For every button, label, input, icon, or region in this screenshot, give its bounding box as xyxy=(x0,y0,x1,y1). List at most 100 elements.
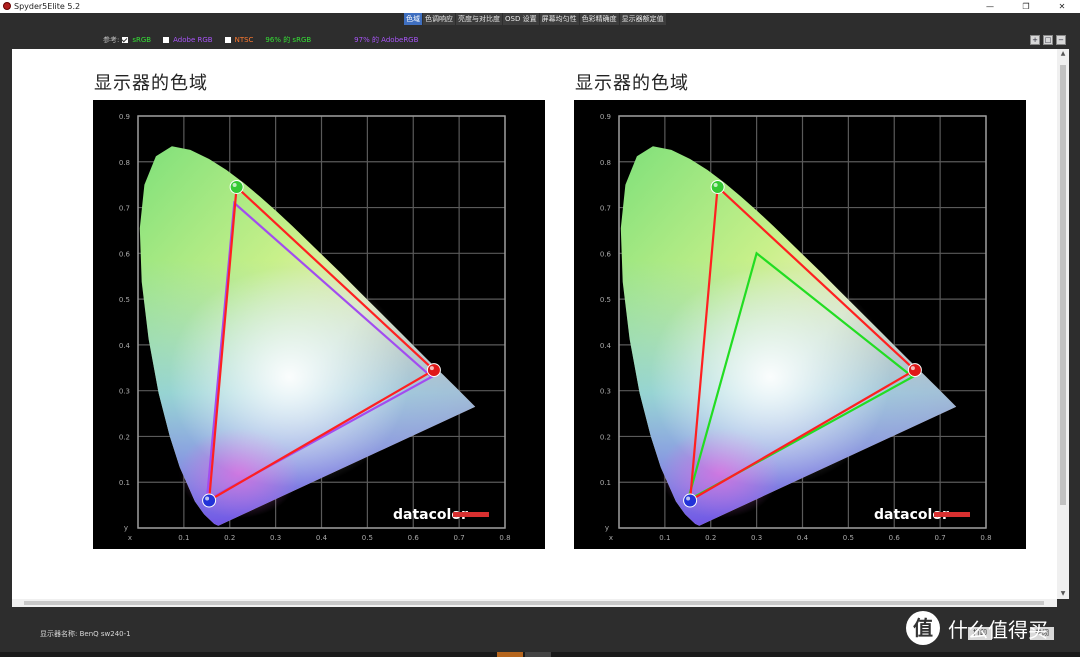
y-tick-label: 0.4 xyxy=(119,342,131,350)
ntsc-option-label: NTSC xyxy=(234,36,254,44)
srgb-coverage-stat: 96% 的 sRGB xyxy=(265,36,312,44)
y-tick-label: 0.4 xyxy=(600,342,612,350)
x-axis-label: x xyxy=(128,534,132,542)
app-icon xyxy=(3,2,11,10)
title-bar: Spyder5Elite 5.2 — ❐ ✕ xyxy=(0,0,1080,13)
x-tick-label: 0.2 xyxy=(705,534,716,542)
cie-diagram-right: 0.1 0.2 0.3 0.4 0.5 0.6 0.7 0.8 0.1 0.2 0.3 0.4 0.5 0… xyxy=(600,113,992,542)
y-tick-label: 0.8 xyxy=(119,159,130,167)
monitor-name-value: BenQ sw240-1 xyxy=(79,630,131,638)
tab-color-accuracy[interactable]: 色彩精确度 xyxy=(579,13,619,25)
x-tick-label: 0.1 xyxy=(178,534,189,542)
watermark-text: 什么值得买 xyxy=(948,617,1048,642)
monitor-name-label: 显示器名称: xyxy=(40,630,78,638)
site-watermark: 值 什么值得买 xyxy=(906,611,1048,645)
y-tick-label: 0.1 xyxy=(600,479,611,487)
y-tick-label: 0.7 xyxy=(600,205,611,213)
ntsc-checkbox[interactable] xyxy=(224,37,231,43)
adobe-rgb-coverage-stat: 97% 的 AdobeRGB xyxy=(354,36,419,44)
gamut-panel-right: 显示器的色域 xyxy=(575,69,1027,95)
taskbar xyxy=(0,652,1080,657)
datacolor-bar xyxy=(934,512,970,517)
primary-marker xyxy=(907,363,922,378)
primary-marker-highlight xyxy=(429,366,434,371)
x-tick-label: 0.7 xyxy=(935,534,946,542)
zoom-fit-icon[interactable]: □ xyxy=(1043,35,1053,45)
y-tick-label: 0.1 xyxy=(119,479,130,487)
gamut-chart-right: 0.1 0.2 0.3 0.4 0.5 0.6 0.7 0.8 0.1 0.2 0.3 0.4 0.5 0… xyxy=(574,100,1026,549)
minimize-button[interactable]: — xyxy=(972,0,1008,13)
primary-marker xyxy=(202,493,217,508)
adobe-rgb-checkbox[interactable] xyxy=(163,37,170,43)
taskbar-app-icon[interactable] xyxy=(497,652,523,657)
reference-label: 参考: xyxy=(103,36,120,44)
y-tick-label: 0.3 xyxy=(119,388,130,396)
monitor-name: 显示器名称: BenQ sw240-1 xyxy=(40,629,131,639)
x-tick-label: 0.1 xyxy=(659,534,670,542)
gamut-panel-left: 显示器的色域 xyxy=(94,69,546,95)
reference-bar: 参考: sRGB Adobe RGB NTSC 96% 的 sRGB 97% 的… xyxy=(103,34,430,46)
zoom-out-icon[interactable]: − xyxy=(1056,35,1066,45)
primary-marker xyxy=(229,179,244,194)
datacolor-bar xyxy=(453,512,489,517)
srgb-option-label: sRGB xyxy=(132,36,152,44)
y-tick-label: 0.6 xyxy=(600,250,612,258)
x-tick-label: 0.5 xyxy=(843,534,854,542)
y-tick-label: 0.9 xyxy=(119,113,130,121)
x-axis-label: x xyxy=(609,534,613,542)
primary-marker xyxy=(683,493,698,508)
x-tick-label: 0.4 xyxy=(797,534,809,542)
vertical-scrollbar[interactable]: ▲ ▼ xyxy=(1057,49,1069,599)
x-tick-label: 0.3 xyxy=(270,534,281,542)
scroll-up-icon[interactable]: ▲ xyxy=(1057,49,1069,59)
x-tick-label: 0.2 xyxy=(224,534,235,542)
y-tick-label: 0.8 xyxy=(600,159,611,167)
panel-title: 显示器的色域 xyxy=(94,73,208,94)
h-scroll-thumb[interactable] xyxy=(24,601,1044,605)
adobe-rgb-option-label: Adobe RGB xyxy=(173,36,213,44)
report-canvas: 显示器的色域 0.1 0.2 0.3 0.4 0.5 0.6 0.7 0.8 0.1 0.2 0.3… xyxy=(12,49,1057,599)
y-tick-label: 0.2 xyxy=(119,433,130,441)
primary-marker-highlight xyxy=(910,366,915,371)
cie-diagram-left: 0.1 0.2 0.3 0.4 0.5 0.6 0.7 0.8 0.1 0.2 0.3 0.4 0.5 0… xyxy=(119,113,511,542)
tab-bar: 色域 色调响应 亮度与对比度 OSD 设置 屏幕均匀性 色彩精确度 显示器额定值 xyxy=(404,13,666,25)
primary-marker xyxy=(426,363,441,378)
x-tick-label: 0.4 xyxy=(316,534,328,542)
tab-brightness-contrast[interactable]: 亮度与对比度 xyxy=(456,13,502,25)
y-tick-label: 0.5 xyxy=(600,296,611,304)
primary-marker-highlight xyxy=(686,496,691,501)
gamut-chart-left: 0.1 0.2 0.3 0.4 0.5 0.6 0.7 0.8 0.1 0.2 0.3 0.4 0.5 0… xyxy=(93,100,545,549)
y-tick-label: 0.5 xyxy=(119,296,130,304)
primary-marker-highlight xyxy=(232,182,237,187)
y-axis-label: y xyxy=(605,524,609,532)
panel-title: 显示器的色域 xyxy=(575,73,689,94)
srgb-checkbox[interactable] xyxy=(122,37,129,43)
primary-marker xyxy=(710,179,725,194)
x-tick-label: 0.6 xyxy=(408,534,420,542)
x-tick-label: 0.8 xyxy=(980,534,991,542)
tab-osd-settings[interactable]: OSD 设置 xyxy=(503,13,539,25)
tab-tone-response[interactable]: 色调响应 xyxy=(423,13,455,25)
y-tick-label: 0.3 xyxy=(600,388,611,396)
x-tick-label: 0.6 xyxy=(889,534,901,542)
tab-uniformity[interactable]: 屏幕均匀性 xyxy=(539,13,579,25)
scroll-thumb[interactable] xyxy=(1060,65,1066,505)
x-tick-label: 0.5 xyxy=(362,534,373,542)
y-tick-label: 0.6 xyxy=(119,250,131,258)
maximize-button[interactable]: ❐ xyxy=(1008,0,1044,13)
scroll-down-icon[interactable]: ▼ xyxy=(1057,589,1069,599)
horizontal-scrollbar[interactable] xyxy=(12,599,1057,607)
x-tick-label: 0.3 xyxy=(751,534,762,542)
tab-gamut[interactable]: 色域 xyxy=(404,13,422,25)
taskbar-app-icon[interactable] xyxy=(525,652,551,657)
primary-marker-highlight xyxy=(205,496,210,501)
y-tick-label: 0.2 xyxy=(600,433,611,441)
watermark-logo-icon: 值 xyxy=(906,611,940,645)
y-axis-label: y xyxy=(124,524,128,532)
zoom-in-icon[interactable]: + xyxy=(1030,35,1040,45)
tab-monitor-rating[interactable]: 显示器额定值 xyxy=(619,13,666,25)
window-title: Spyder5Elite 5.2 xyxy=(14,2,81,11)
x-tick-label: 0.8 xyxy=(499,534,510,542)
primary-marker-highlight xyxy=(713,182,718,187)
close-window-button[interactable]: ✕ xyxy=(1044,0,1080,13)
